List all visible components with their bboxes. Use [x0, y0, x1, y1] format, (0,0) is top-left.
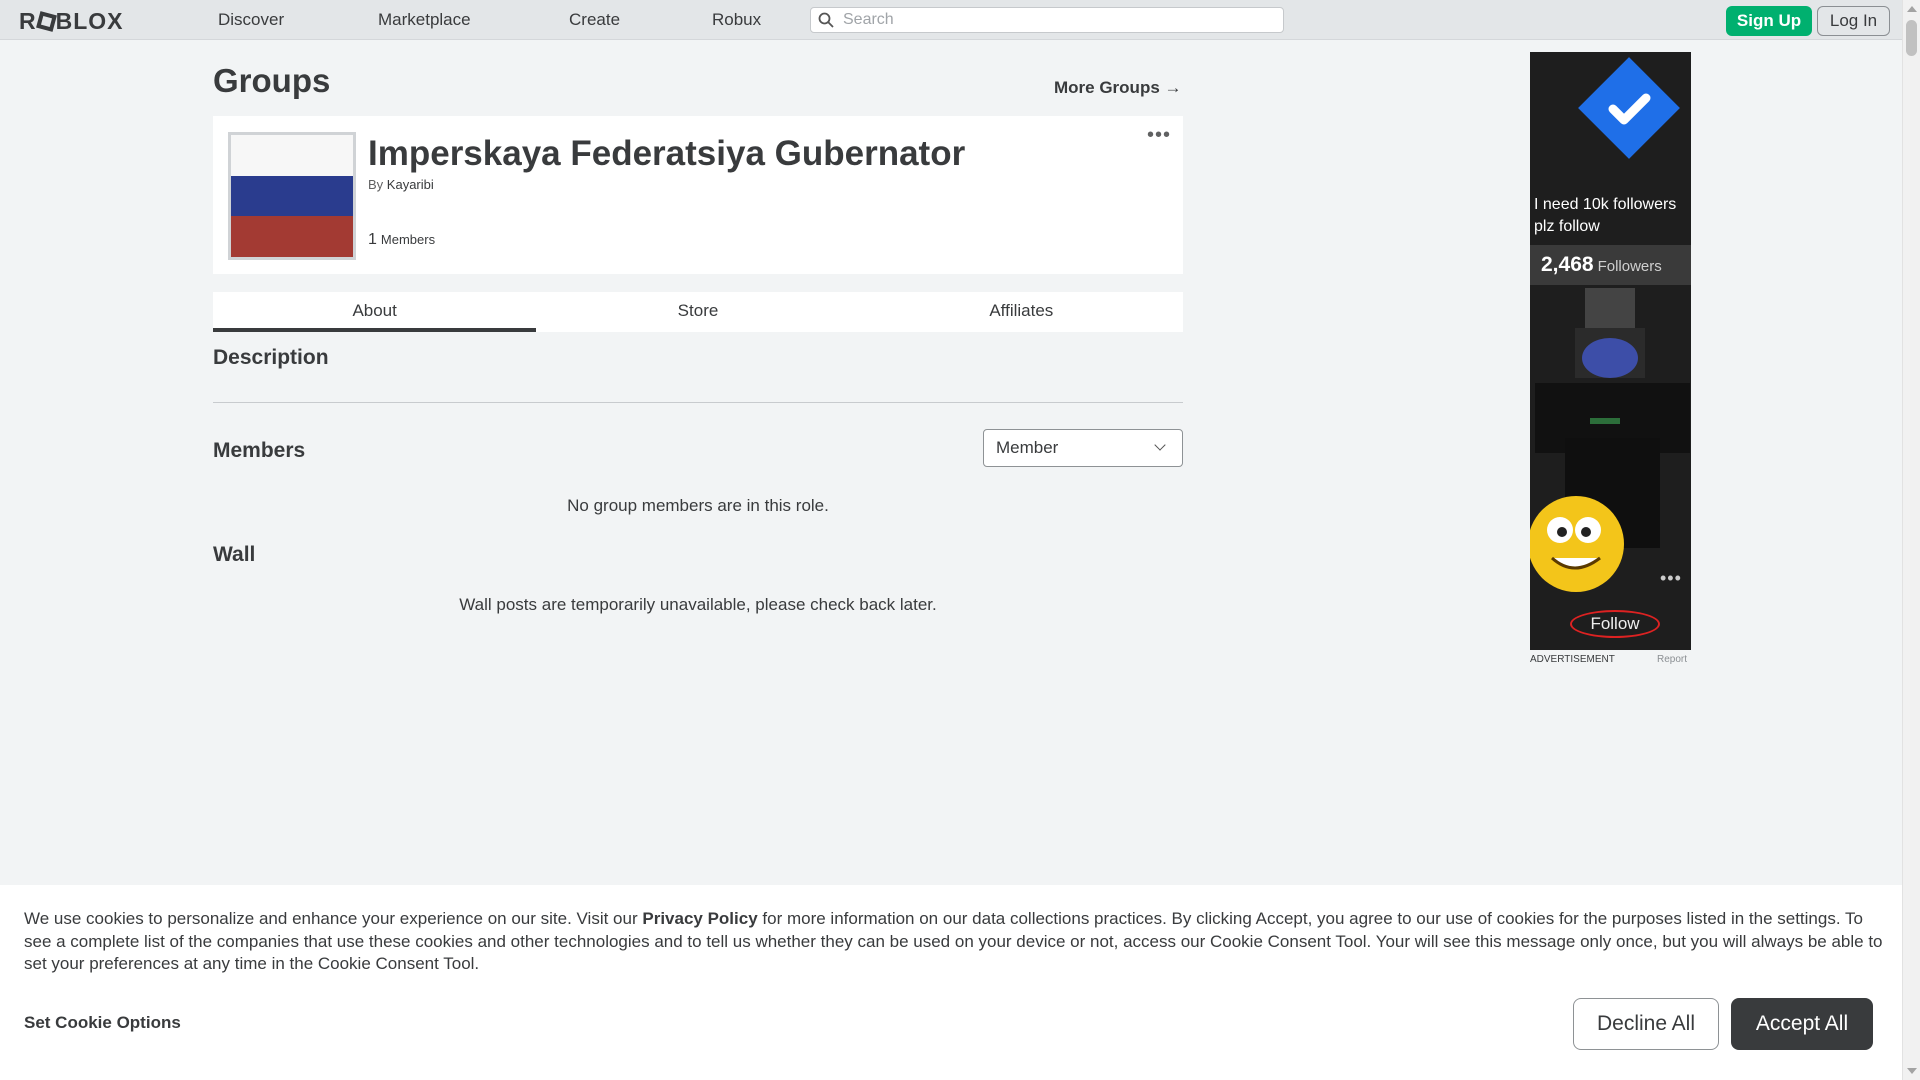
verified-badge-icon — [1578, 57, 1680, 159]
chevron-down-icon — [1154, 439, 1166, 451]
section-divider — [213, 402, 1183, 403]
accept-all-button[interactable]: Accept All — [1731, 998, 1873, 1050]
scroll-down-arrow-icon[interactable] — [1907, 1068, 1917, 1074]
more-options-icon[interactable]: ••• — [1147, 125, 1171, 145]
page-scrollbar[interactable] — [1902, 0, 1920, 1080]
group-emblem — [228, 132, 356, 260]
cookie-text: We use cookies to personalize and enhanc… — [24, 908, 1884, 976]
member-count-value: 1 — [368, 231, 377, 248]
nav-robux[interactable]: Robux — [712, 10, 761, 30]
tab-store[interactable]: Store — [536, 292, 859, 332]
roblox-logo[interactable]: R BLOX — [19, 8, 124, 35]
wall-message: Wall posts are temporarily unavailable, … — [459, 595, 937, 614]
scroll-thumb[interactable] — [1906, 20, 1917, 56]
ad-followers: 2,468 Followers — [1530, 245, 1691, 285]
ad-more-options-icon[interactable]: ••• — [1660, 569, 1682, 587]
ad-follow-button[interactable]: Follow — [1570, 610, 1660, 638]
role-dropdown-value: Member — [996, 438, 1059, 457]
group-owner-line: By Kayaribi — [368, 177, 434, 192]
tab-affiliates[interactable]: Affiliates — [860, 292, 1183, 332]
nav-discover[interactable]: Discover — [218, 10, 284, 30]
ad-followers-label: Followers — [1597, 258, 1662, 275]
ad-followers-count: 2,468 — [1541, 253, 1594, 276]
cookie-banner: We use cookies to personalize and enhanc… — [0, 885, 1902, 1080]
sign-up-button[interactable]: Sign Up — [1726, 6, 1812, 36]
group-name: Imperskaya Federatsiya Gubernator — [368, 134, 966, 173]
log-in-button[interactable]: Log In — [1817, 6, 1890, 36]
search-icon[interactable] — [818, 12, 834, 28]
tab-about[interactable]: About — [213, 292, 537, 332]
group-tabs: About Store Affiliates — [213, 292, 1183, 332]
search-box — [810, 7, 1284, 33]
ad-text: I need 10k followers plz follow — [1534, 196, 1677, 235]
member-count-label: Members — [380, 232, 436, 247]
top-navigation-bar: R BLOX Discover Marketplace Create Robux … — [0, 0, 1902, 40]
nav-create[interactable]: Create — [569, 10, 620, 30]
search-input[interactable] — [843, 10, 1273, 30]
group-header-card: Imperskaya Federatsiya Gubernator By Kay… — [213, 116, 1183, 274]
privacy-policy-link[interactable]: Privacy Policy — [642, 909, 757, 928]
nav-marketplace[interactable]: Marketplace — [378, 10, 471, 30]
avatar-image — [1530, 288, 1690, 592]
description-heading: Description — [213, 346, 329, 369]
member-count: 1 Members — [368, 231, 435, 249]
set-cookie-options-link[interactable]: Set Cookie Options — [24, 1013, 181, 1033]
role-dropdown[interactable]: Member — [983, 429, 1183, 467]
members-heading: Members — [213, 439, 306, 462]
by-prefix: By — [368, 177, 384, 192]
more-groups-link[interactable]: More Groups → — [1054, 78, 1182, 98]
ad-report-link[interactable]: Report — [1657, 654, 1687, 665]
page-title: Groups — [213, 62, 331, 99]
cookie-text-start: We use cookies to personalize and enhanc… — [24, 909, 643, 928]
members-empty-message: No group members are in this role. — [567, 496, 829, 515]
scroll-up-arrow-icon[interactable] — [1907, 6, 1917, 12]
group-owner-link[interactable]: Kayaribi — [387, 177, 434, 192]
advertisement-label: ADVERTISEMENT — [1530, 654, 1615, 665]
wall-heading: Wall — [213, 543, 256, 566]
decline-all-button[interactable]: Decline All — [1573, 998, 1719, 1050]
advertisement[interactable]: I need 10k followers plz follow 2,468 Fol… — [1530, 52, 1691, 650]
